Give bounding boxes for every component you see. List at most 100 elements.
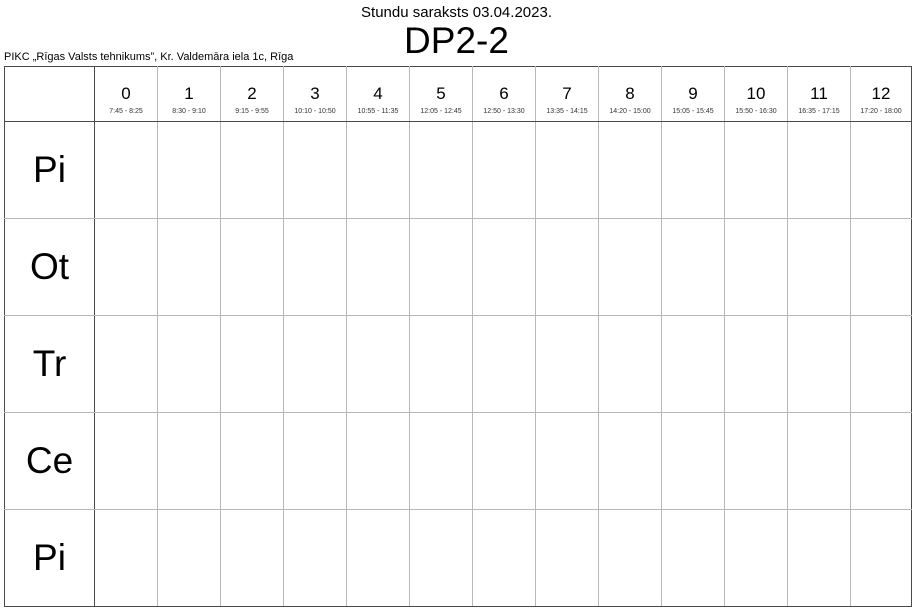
lesson-cell bbox=[157, 509, 221, 607]
period-header: 6 12:50 - 13:30 bbox=[472, 66, 536, 122]
day-label: Pi bbox=[4, 121, 95, 219]
period-time: 10:55 - 11:35 bbox=[357, 108, 399, 115]
period-time: 15:50 - 16:30 bbox=[735, 108, 777, 115]
lesson-cell bbox=[157, 218, 221, 316]
period-number: 0 bbox=[121, 84, 131, 103]
lesson-cell bbox=[787, 509, 851, 607]
period-time: 8:30 - 9:10 bbox=[172, 108, 206, 115]
lesson-cell bbox=[220, 121, 284, 219]
day-row: Ce bbox=[4, 412, 912, 510]
lesson-cell bbox=[94, 218, 158, 316]
period-header: 8 14:20 - 15:00 bbox=[598, 66, 662, 122]
lesson-cell bbox=[94, 121, 158, 219]
lesson-cell bbox=[283, 509, 347, 607]
period-header: 7 13:35 - 14:15 bbox=[535, 66, 599, 122]
lesson-cell bbox=[535, 509, 599, 607]
lesson-cell bbox=[598, 412, 662, 510]
lesson-cell bbox=[157, 315, 221, 413]
period-header: 12 17:20 - 18:00 bbox=[850, 66, 912, 122]
lesson-cell bbox=[724, 315, 788, 413]
lesson-cell bbox=[283, 412, 347, 510]
lesson-cell bbox=[724, 509, 788, 607]
lesson-cell bbox=[724, 218, 788, 316]
lesson-cell bbox=[661, 315, 725, 413]
lesson-cell bbox=[346, 412, 410, 510]
period-header: 0 7:45 - 8:25 bbox=[94, 66, 158, 122]
lesson-cell bbox=[850, 121, 912, 219]
period-header: 4 10:55 - 11:35 bbox=[346, 66, 410, 122]
period-time: 12:05 - 12:45 bbox=[420, 108, 462, 115]
lesson-cell bbox=[220, 412, 284, 510]
period-number: 10 bbox=[746, 84, 766, 103]
period-header: 1 8:30 - 9:10 bbox=[157, 66, 221, 122]
lesson-cell bbox=[850, 315, 912, 413]
lesson-cell bbox=[157, 412, 221, 510]
lesson-cell bbox=[472, 218, 536, 316]
lesson-cell bbox=[283, 218, 347, 316]
school-name: PIKC „Rīgas Valsts tehnikums”, Kr. Valde… bbox=[4, 51, 294, 63]
lesson-cell bbox=[850, 509, 912, 607]
period-time: 13:35 - 14:15 bbox=[546, 108, 588, 115]
period-header: 9 15:05 - 15:45 bbox=[661, 66, 725, 122]
period-time: 12:50 - 13:30 bbox=[483, 108, 525, 115]
lesson-cell bbox=[661, 509, 725, 607]
lesson-cell bbox=[346, 218, 410, 316]
lesson-cell bbox=[409, 509, 473, 607]
lesson-cell bbox=[787, 218, 851, 316]
lesson-cell bbox=[787, 315, 851, 413]
period-time: 7:45 - 8:25 bbox=[109, 108, 143, 115]
period-number: 7 bbox=[562, 84, 572, 103]
period-number: 9 bbox=[688, 84, 698, 103]
lesson-cell bbox=[409, 121, 473, 219]
lesson-cell bbox=[220, 315, 284, 413]
lesson-cell bbox=[598, 121, 662, 219]
lesson-cell bbox=[472, 509, 536, 607]
lesson-cell bbox=[283, 315, 347, 413]
lesson-cell bbox=[535, 412, 599, 510]
lesson-cell bbox=[472, 315, 536, 413]
lesson-cell bbox=[283, 121, 347, 219]
lesson-cell bbox=[535, 218, 599, 316]
lesson-cell bbox=[787, 412, 851, 510]
lesson-cell bbox=[220, 218, 284, 316]
lesson-cell bbox=[598, 315, 662, 413]
period-number: 5 bbox=[436, 84, 446, 103]
day-row: Pi bbox=[4, 509, 912, 607]
period-time: 10:10 - 10:50 bbox=[294, 108, 336, 115]
day-label: Ot bbox=[4, 218, 95, 316]
lesson-cell bbox=[472, 121, 536, 219]
timetable: 0 7:45 - 8:25 1 8:30 - 9:10 2 9:15 - 9:55 3 10:… bbox=[4, 66, 912, 607]
lesson-cell bbox=[850, 412, 912, 510]
period-header: 5 12:05 - 12:45 bbox=[409, 66, 473, 122]
lesson-cell bbox=[598, 218, 662, 316]
lesson-cell bbox=[661, 218, 725, 316]
lesson-cell bbox=[787, 121, 851, 219]
period-time: 17:20 - 18:00 bbox=[860, 108, 902, 115]
lesson-cell bbox=[346, 315, 410, 413]
day-label: Ce bbox=[4, 412, 95, 510]
period-header: 10 15:50 - 16:30 bbox=[724, 66, 788, 122]
lesson-cell bbox=[346, 121, 410, 219]
lesson-cell bbox=[157, 121, 221, 219]
lesson-cell bbox=[94, 412, 158, 510]
lesson-cell bbox=[409, 412, 473, 510]
day-label: Tr bbox=[4, 315, 95, 413]
day-row: Tr bbox=[4, 315, 912, 413]
lesson-cell bbox=[598, 509, 662, 607]
lesson-cell bbox=[472, 412, 536, 510]
lesson-cell bbox=[850, 218, 912, 316]
period-header: 3 10:10 - 10:50 bbox=[283, 66, 347, 122]
lesson-cell bbox=[94, 315, 158, 413]
lesson-cell bbox=[724, 412, 788, 510]
lesson-cell bbox=[346, 509, 410, 607]
period-number: 11 bbox=[810, 84, 828, 103]
period-number: 1 bbox=[184, 84, 194, 103]
period-number: 6 bbox=[499, 84, 509, 103]
period-time: 15:05 - 15:45 bbox=[672, 108, 714, 115]
period-number: 3 bbox=[310, 84, 320, 103]
period-number: 4 bbox=[373, 84, 383, 103]
period-number: 8 bbox=[625, 84, 635, 103]
period-header: 11 16:35 - 17:15 bbox=[787, 66, 851, 122]
lesson-cell bbox=[535, 315, 599, 413]
corner-cell bbox=[4, 66, 95, 122]
